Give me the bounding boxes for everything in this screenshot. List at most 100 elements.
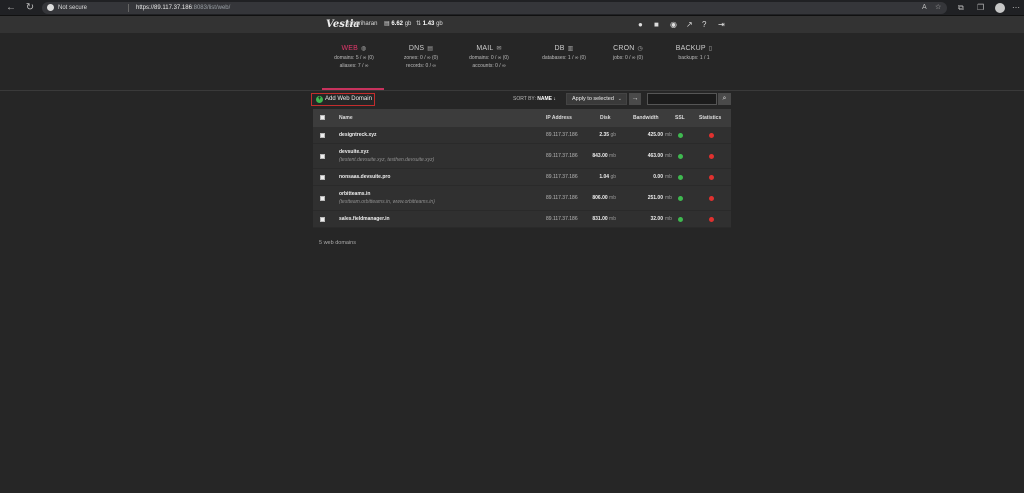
disk-unit: gb	[610, 132, 616, 138]
address-bar[interactable]: Not secure https://89.117.37.186:8083/li…	[42, 2, 947, 14]
domain-name[interactable]: orbitteams.in	[339, 190, 370, 198]
disk-unit: gb	[610, 174, 616, 180]
disk-icon: ▤	[384, 21, 390, 27]
extensions-icon[interactable]: ⧉	[958, 2, 964, 14]
arrow-right-icon: →	[631, 95, 639, 102]
account-icon[interactable]: ◉	[670, 16, 677, 33]
search-input[interactable]	[647, 93, 717, 105]
disk-unit: mb	[609, 195, 616, 201]
tab-stat: backups: 1 / 1	[678, 55, 710, 61]
plus-icon: +	[316, 96, 323, 103]
collections-icon[interactable]: ❐	[977, 2, 984, 14]
disk-usage: 831.00 mb	[568, 215, 616, 223]
menu-dots-icon[interactable]: ⋯	[1012, 2, 1020, 14]
tab-backup[interactable]: BACKUP ▯ backups: 1 / 1	[656, 44, 732, 62]
disk-value: 831.00	[592, 216, 608, 222]
add-web-domain-button[interactable]: + Add Web Domain	[311, 93, 375, 106]
bandwidth-usage: 32.00 mb	[623, 215, 671, 223]
app-topbar: Vestia ♙ hariharan ▤ 6.62 gb ⇅ 1.43 gb ●…	[0, 16, 1024, 33]
info-icon[interactable]	[47, 4, 54, 11]
disk-unit: mb	[609, 216, 616, 222]
database-icon: ▥	[567, 46, 574, 52]
table-header: Name IP Address Disk Bandwidth SSL Stati…	[313, 109, 731, 127]
bandwidth-value: 463.00	[647, 153, 663, 159]
domain-name[interactable]: devsuite.xyz	[339, 148, 369, 156]
disk-value: 843.00	[592, 153, 608, 159]
read-aloud-icon[interactable]: A	[922, 2, 927, 14]
bandwidth-unit: mb	[665, 216, 672, 222]
globe-icon: ◍	[361, 46, 367, 52]
chart-icon[interactable]: ↗	[686, 16, 693, 33]
transfer-icon: ⇅	[416, 21, 422, 27]
table-row[interactable]: sales.fieldmanager.in 89.117.37.186 831.…	[313, 211, 731, 228]
logout-icon[interactable]: ⇥	[718, 16, 725, 33]
row-checkbox[interactable]	[320, 217, 325, 222]
domain-aliases: (testteam.orbitteams.in, www.orbitteams.…	[339, 199, 435, 205]
ssl-status-indicator	[678, 133, 683, 138]
tab-stat: zones: 0 / ∞ (0)	[403, 55, 439, 61]
profile-avatar[interactable]	[995, 3, 1005, 13]
table-row[interactable]: devsuite.xyz (testent.devsuite.xyz, test…	[313, 144, 731, 169]
back-icon[interactable]: ←	[5, 2, 17, 14]
tab-label: BACKUP	[675, 45, 706, 52]
tab-mail-title: MAIL ✉	[451, 44, 527, 54]
tab-stat: aliases: 7 / ∞	[339, 63, 369, 69]
row-checkbox[interactable]	[320, 133, 325, 138]
bandwidth-usage-value: 1.43	[422, 21, 435, 27]
header-bandwidth[interactable]: Bandwidth	[633, 114, 659, 122]
tab-web[interactable]: WEB ◍ domains: 5 / ∞ (0) aliases: 7 / ∞	[316, 44, 392, 70]
apply-button[interactable]: →	[629, 93, 641, 105]
disk-value: 2.35	[599, 132, 610, 138]
disk-usage: ▤ 6.62 gb	[384, 16, 411, 33]
disk-usage: 843.00 mb	[568, 152, 616, 160]
domain-name[interactable]: nonsaas.devsuite.pro	[339, 173, 390, 181]
tab-label: WEB	[341, 45, 359, 52]
bandwidth-unit: mb	[665, 174, 672, 180]
header-name[interactable]: Name	[339, 114, 353, 122]
ssl-status-indicator	[678, 175, 683, 180]
server-icon: ▤	[427, 46, 434, 52]
row-checkbox[interactable]	[320, 175, 325, 180]
table-row[interactable]: nonsaas.devsuite.pro 89.117.37.186 1.04 …	[313, 169, 731, 186]
statistics-status-indicator	[709, 196, 714, 201]
bulk-action-value: Apply to selected	[572, 96, 614, 102]
header-statistics[interactable]: Statistics	[699, 114, 721, 122]
bandwidth-value: 251.00	[647, 195, 663, 201]
tab-dns[interactable]: DNS ▤ zones: 0 / ∞ (0) records: 0 / ∞	[383, 44, 459, 70]
security-status: Not secure	[58, 5, 88, 11]
table-row[interactable]: designtreck.xyz 89.117.37.186 2.35 gb 42…	[313, 127, 731, 144]
tab-stat: domains: 5 / ∞ (0)	[334, 55, 374, 61]
domain-name[interactable]: designtreck.xyz	[339, 131, 377, 139]
address-divider	[128, 4, 129, 12]
tab-web-title: WEB ◍	[316, 44, 392, 54]
row-checkbox[interactable]	[320, 196, 325, 201]
table-row[interactable]: orbitteams.in (testteam.orbitteams.in, w…	[313, 186, 731, 211]
header-ip[interactable]: IP Address	[546, 114, 572, 122]
select-all-checkbox[interactable]	[320, 115, 325, 120]
bandwidth-usage: ⇅ 1.43 gb	[416, 16, 443, 33]
disk-unit: mb	[609, 153, 616, 159]
search-button[interactable]: ⌕	[718, 93, 731, 105]
ssl-status-indicator	[678, 196, 683, 201]
bell-icon[interactable]: ●	[638, 16, 643, 33]
user-info[interactable]: ♙ hariharan	[345, 16, 377, 33]
bandwidth-unit: mb	[665, 153, 672, 159]
bulk-action-select[interactable]: Apply to selected ⌄	[566, 93, 627, 105]
folder-icon[interactable]: ■	[654, 16, 659, 33]
domain-name[interactable]: sales.fieldmanager.in	[339, 215, 390, 223]
url-path: :8083/list/web/	[191, 5, 231, 11]
header-ssl[interactable]: SSL	[675, 114, 685, 122]
tab-cron[interactable]: CRON ◷ jobs: 0 / ∞ (0)	[590, 44, 666, 62]
user-icon: ♙	[345, 21, 351, 27]
tab-label: CRON	[613, 45, 635, 52]
sort-by[interactable]: SORT BY: NAME ↓	[513, 95, 556, 103]
tab-mail[interactable]: MAIL ✉ domains: 0 / ∞ (0) accounts: 0 / ∞	[451, 44, 527, 70]
favorite-star-icon[interactable]: ☆	[935, 2, 941, 14]
reload-icon[interactable]: ↻	[24, 2, 36, 14]
statistics-status-indicator	[709, 217, 714, 222]
ssl-status-indicator	[678, 154, 683, 159]
row-checkbox[interactable]	[320, 154, 325, 159]
header-disk[interactable]: Disk	[600, 114, 611, 122]
divider	[0, 90, 1024, 91]
help-icon[interactable]: ?	[702, 16, 706, 33]
